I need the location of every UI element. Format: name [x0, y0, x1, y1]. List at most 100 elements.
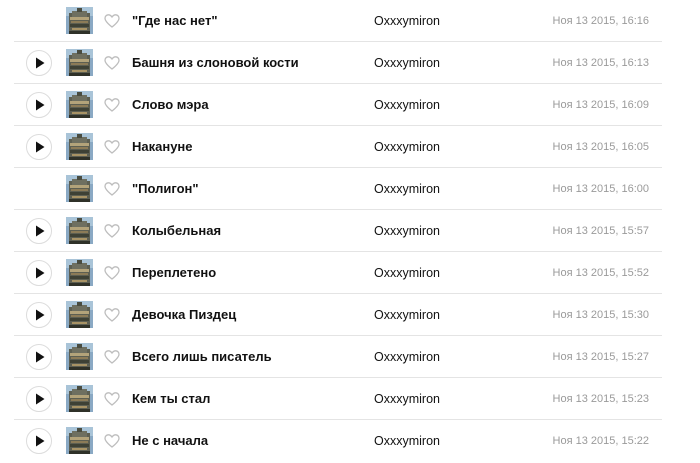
album-cover-image	[66, 427, 93, 454]
album-cover-image	[66, 385, 93, 412]
play-icon	[36, 393, 45, 405]
like-button[interactable]	[104, 265, 120, 281]
track-title[interactable]: Башня из слоновой кости	[132, 42, 299, 84]
track-artist[interactable]: Oxxxymiron	[374, 420, 440, 462]
play-button[interactable]	[26, 386, 52, 412]
track-artist[interactable]: Oxxxymiron	[374, 210, 440, 252]
heart-outline-icon	[104, 350, 120, 364]
track-title[interactable]: Слово мэра	[132, 84, 209, 126]
play-button[interactable]	[26, 50, 52, 76]
track-date: Ноя 13 2015, 16:13	[552, 57, 649, 69]
play-icon	[36, 351, 45, 363]
album-cover-image	[66, 91, 93, 118]
track-title[interactable]: Девочка Пиздец	[132, 294, 236, 336]
like-button[interactable]	[104, 97, 120, 113]
track-row: Накануне Oxxxymiron Ноя 13 2015, 16:05	[0, 126, 700, 168]
album-cover-image	[66, 175, 93, 202]
album-cover-image	[66, 133, 93, 160]
play-button[interactable]	[26, 428, 52, 454]
track-row: Башня из слоновой кости Oxxxymiron Ноя 1…	[0, 42, 700, 84]
like-button[interactable]	[104, 349, 120, 365]
play-button[interactable]	[26, 134, 52, 160]
track-artist[interactable]: Oxxxymiron	[374, 42, 440, 84]
track-date: Ноя 13 2015, 15:22	[552, 435, 649, 447]
track-title[interactable]: Накануне	[132, 126, 193, 168]
play-button[interactable]	[26, 260, 52, 286]
like-button[interactable]	[104, 55, 120, 71]
track-row: Колыбельная Oxxxymiron Ноя 13 2015, 15:5…	[0, 210, 700, 252]
track-row: Девочка Пиздец Oxxxymiron Ноя 13 2015, 1…	[0, 294, 700, 336]
play-icon	[36, 99, 45, 111]
play-icon	[36, 57, 45, 69]
track-title[interactable]: Кем ты стал	[132, 378, 210, 420]
album-cover[interactable]	[66, 7, 93, 34]
track-date: Ноя 13 2015, 16:05	[552, 141, 649, 153]
album-cover[interactable]	[66, 133, 93, 160]
like-button[interactable]	[104, 223, 120, 239]
heart-outline-icon	[104, 434, 120, 448]
album-cover[interactable]	[66, 343, 93, 370]
track-row: Не с начала Oxxxymiron Ноя 13 2015, 15:2…	[0, 420, 700, 462]
track-title[interactable]: "Полигон"	[132, 168, 199, 210]
track-artist[interactable]: Oxxxymiron	[374, 336, 440, 378]
track-artist[interactable]: Oxxxymiron	[374, 84, 440, 126]
track-title[interactable]: Колыбельная	[132, 210, 221, 252]
track-artist[interactable]: Oxxxymiron	[374, 378, 440, 420]
play-button[interactable]	[26, 302, 52, 328]
track-date: Ноя 13 2015, 15:52	[552, 267, 649, 279]
album-cover[interactable]	[66, 91, 93, 118]
album-cover-image	[66, 217, 93, 244]
track-date: Ноя 13 2015, 15:27	[552, 351, 649, 363]
heart-outline-icon	[104, 308, 120, 322]
heart-outline-icon	[104, 14, 120, 28]
track-title[interactable]: Переплетено	[132, 252, 216, 294]
heart-outline-icon	[104, 392, 120, 406]
track-row: Всего лишь писатель Oxxxymiron Ноя 13 20…	[0, 336, 700, 378]
track-row: Слово мэра Oxxxymiron Ноя 13 2015, 16:09	[0, 84, 700, 126]
track-title[interactable]: "Где нас нет"	[132, 0, 218, 42]
track-artist[interactable]: Oxxxymiron	[374, 0, 440, 42]
track-date: Ноя 13 2015, 15:23	[552, 393, 649, 405]
album-cover[interactable]	[66, 385, 93, 412]
album-cover[interactable]	[66, 259, 93, 286]
play-button[interactable]	[26, 344, 52, 370]
heart-outline-icon	[104, 266, 120, 280]
heart-outline-icon	[104, 224, 120, 238]
album-cover[interactable]	[66, 301, 93, 328]
track-list: "Где нас нет" Oxxxymiron Ноя 13 2015, 16…	[0, 0, 700, 462]
play-icon	[36, 141, 45, 153]
track-date: Ноя 13 2015, 16:09	[552, 99, 649, 111]
album-cover[interactable]	[66, 49, 93, 76]
album-cover[interactable]	[66, 175, 93, 202]
play-button[interactable]	[26, 218, 52, 244]
album-cover-image	[66, 7, 93, 34]
like-button[interactable]	[104, 307, 120, 323]
track-row: Кем ты стал Oxxxymiron Ноя 13 2015, 15:2…	[0, 378, 700, 420]
heart-outline-icon	[104, 56, 120, 70]
track-title[interactable]: Всего лишь писатель	[132, 336, 272, 378]
track-row: Переплетено Oxxxymiron Ноя 13 2015, 15:5…	[0, 252, 700, 294]
track-title[interactable]: Не с начала	[132, 420, 208, 462]
like-button[interactable]	[104, 139, 120, 155]
play-icon	[36, 309, 45, 321]
play-icon	[36, 435, 45, 447]
heart-outline-icon	[104, 140, 120, 154]
album-cover[interactable]	[66, 427, 93, 454]
album-cover[interactable]	[66, 217, 93, 244]
like-button[interactable]	[104, 391, 120, 407]
track-date: Ноя 13 2015, 16:00	[552, 183, 649, 195]
album-cover-image	[66, 259, 93, 286]
like-button[interactable]	[104, 181, 120, 197]
track-artist[interactable]: Oxxxymiron	[374, 168, 440, 210]
track-row: "Где нас нет" Oxxxymiron Ноя 13 2015, 16…	[0, 0, 700, 42]
play-button[interactable]	[26, 92, 52, 118]
heart-outline-icon	[104, 98, 120, 112]
play-icon	[36, 267, 45, 279]
album-cover-image	[66, 301, 93, 328]
track-artist[interactable]: Oxxxymiron	[374, 294, 440, 336]
track-date: Ноя 13 2015, 15:57	[552, 225, 649, 237]
track-artist[interactable]: Oxxxymiron	[374, 252, 440, 294]
track-artist[interactable]: Oxxxymiron	[374, 126, 440, 168]
like-button[interactable]	[104, 13, 120, 29]
like-button[interactable]	[104, 433, 120, 449]
